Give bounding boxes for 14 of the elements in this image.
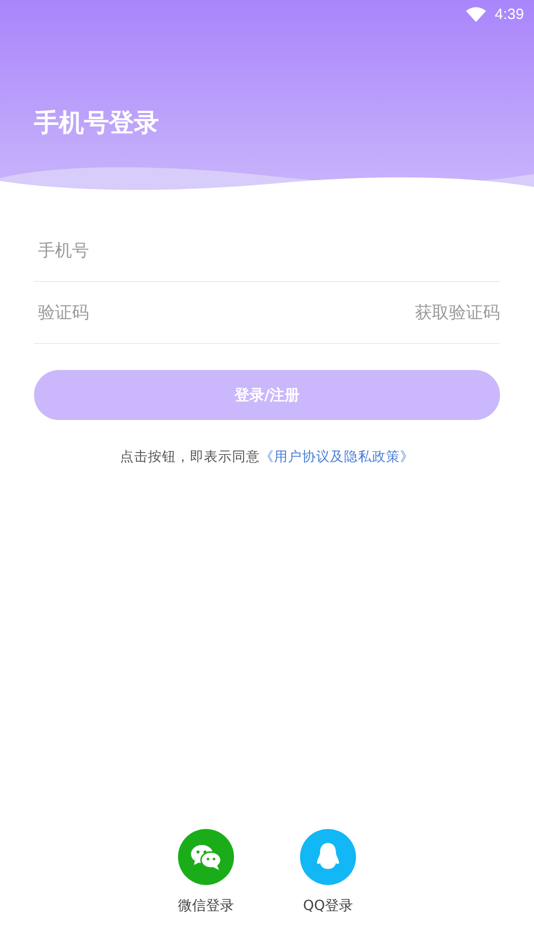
social-login-button[interactable]: 微信登录: [178, 829, 234, 915]
input-field[interactable]: 验证码: [34, 302, 234, 322]
penguin-icon: [316, 842, 340, 872]
agreement-text: 点击按钮，即表示同意《用户协议及隐私政策》: [119, 448, 415, 466]
social-login-button[interactable]: QQ登录: [300, 829, 356, 915]
social-label: 微信登录: [178, 897, 234, 915]
agreement-link[interactable]: 《用户协议及隐私政策》: [260, 449, 414, 465]
page-title: 手机号登录: [34, 107, 159, 139]
social-label: QQ登录: [302, 897, 354, 915]
status-time: 4:39: [494, 6, 524, 22]
chat-bubbles-icon: [190, 843, 222, 871]
wifi-icon: [466, 6, 486, 22]
get-code-button[interactable]: 获取验证码: [415, 301, 500, 324]
input-field[interactable]: 手机号: [34, 240, 234, 260]
